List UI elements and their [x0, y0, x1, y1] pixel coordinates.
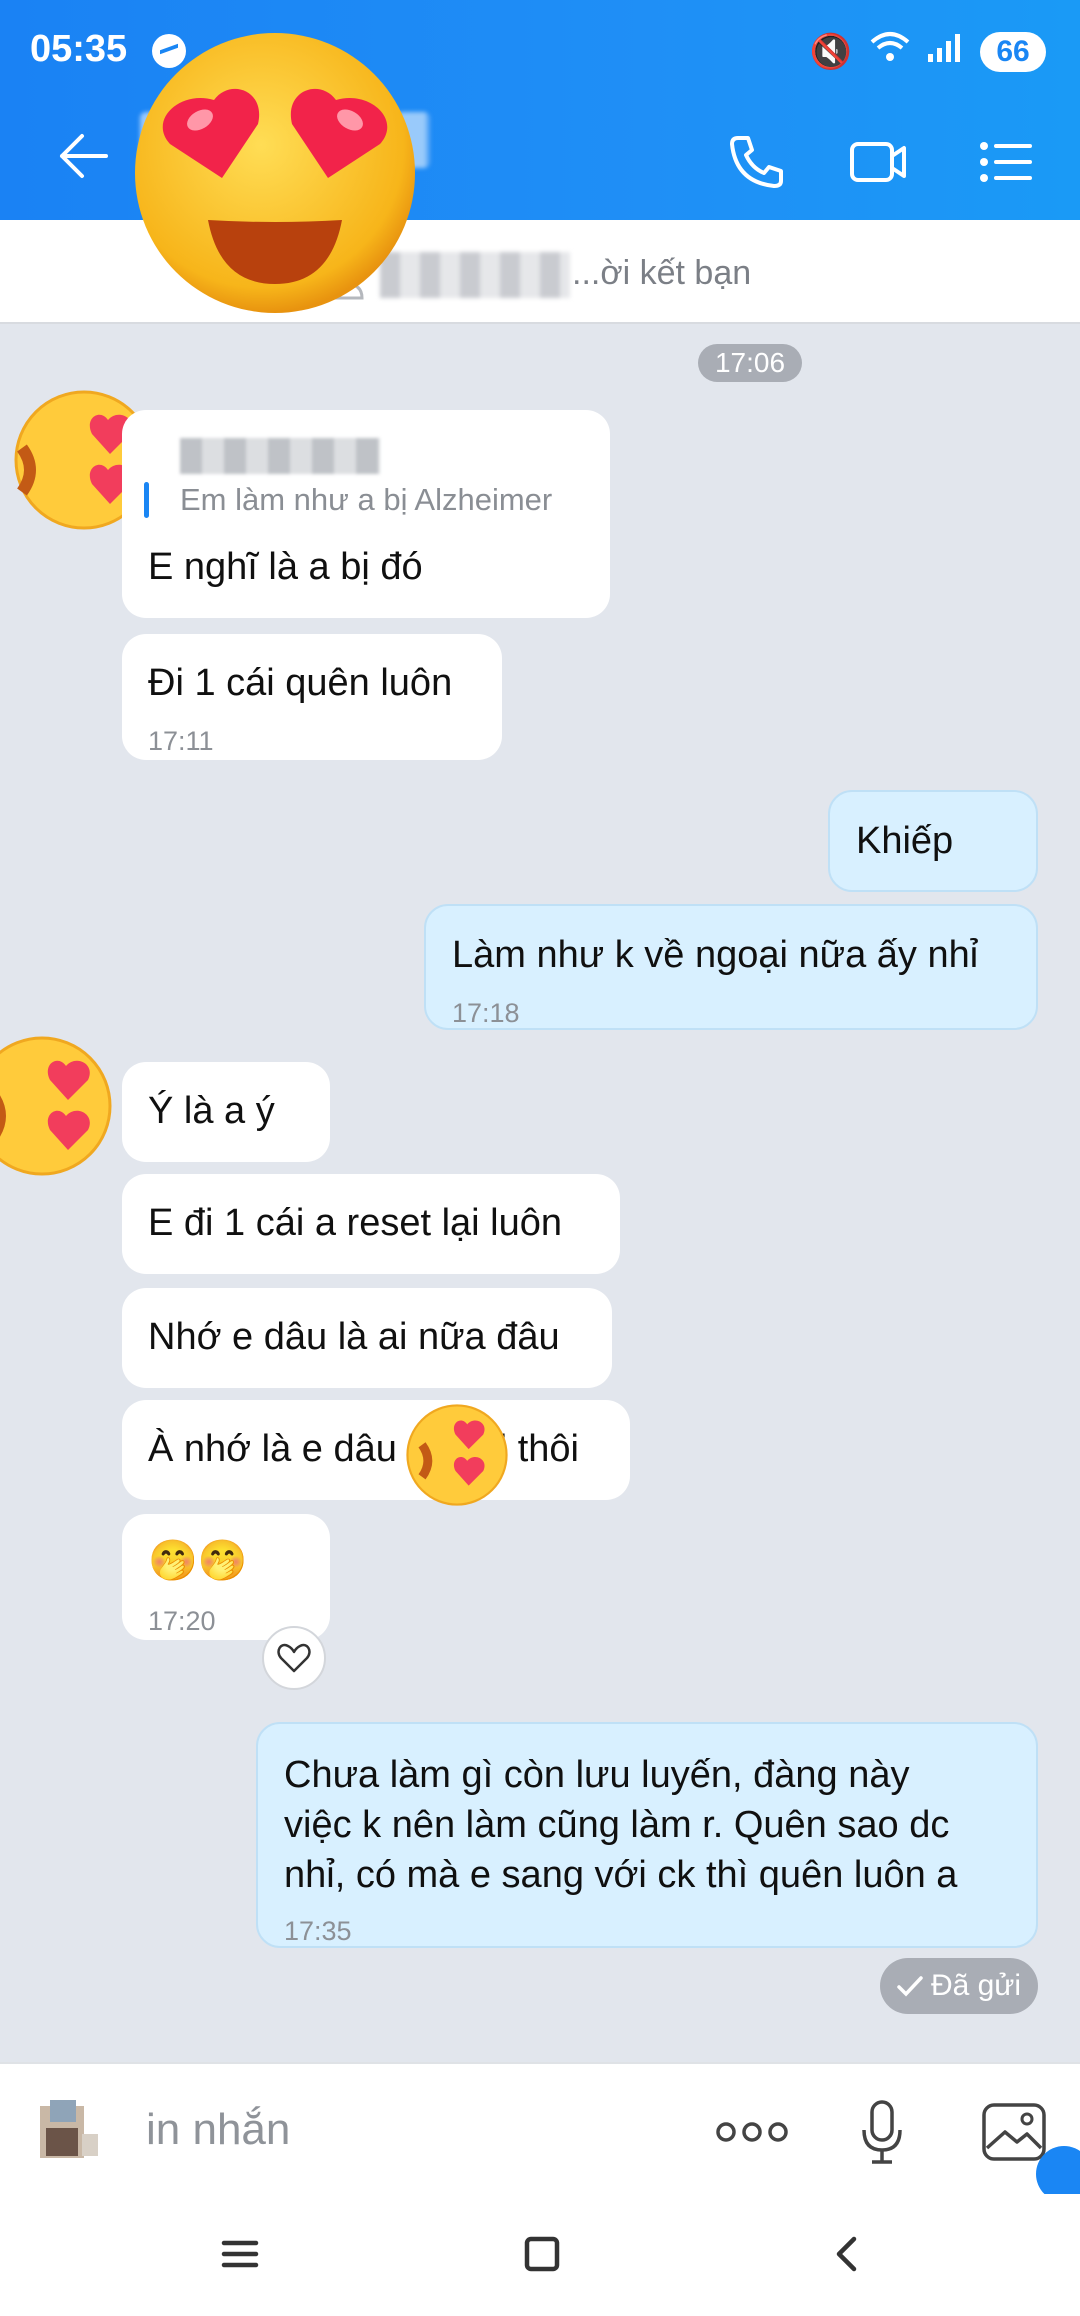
message-text: Ý là a ý [148, 1090, 275, 1132]
phone-icon [730, 136, 783, 188]
list-menu-icon [980, 142, 1032, 182]
message-bubble-with-quote[interactable]: Em làm như a bị Alzheimer E nghĩ là a bị… [122, 410, 610, 618]
outgoing-message-bubble[interactable]: Làm như k về ngoại nữa ấy nhỉ 17:18 [424, 904, 1038, 1030]
recent-apps-icon [221, 2240, 259, 2268]
quoted-text: Em làm như a bị Alzheimer [180, 482, 553, 517]
message-text-line: nhỉ, có mà e sang với ck thì quên luôn a [284, 1854, 958, 1896]
signal-icon [928, 32, 962, 71]
back-button[interactable] [56, 130, 112, 182]
message-bubble[interactable]: E đi 1 cái a reset lại luôn [122, 1174, 620, 1274]
message-text-line: Chưa làm gì còn lưu luyến, đàng này [284, 1754, 910, 1796]
voice-message-button[interactable] [840, 2090, 924, 2174]
system-back-button[interactable] [806, 2222, 886, 2286]
message-text: Đi 1 cái quên luôn [148, 662, 453, 704]
home-square-icon [524, 2236, 560, 2272]
image-icon [982, 2103, 1046, 2161]
friend-request-label[interactable]: ...ời kết bạn [572, 254, 751, 293]
react-heart-button[interactable] [262, 1626, 326, 1690]
home-button[interactable] [502, 2222, 582, 2286]
message-bubble[interactable]: Đi 1 cái quên luôn 17:11 [122, 634, 502, 760]
message-bubble[interactable]: 🤭🤭 17:20 [122, 1514, 330, 1640]
message-time: 17:35 [284, 1916, 352, 1946]
check-icon [897, 1976, 923, 1997]
message-bubble[interactable]: À nhớ là e dâu d thôi [122, 1400, 630, 1500]
sticker-icon[interactable] [32, 2094, 104, 2166]
heart-eyes-sticker-redaction [406, 1404, 508, 1506]
arrow-left-icon [60, 134, 108, 178]
video-camera-icon [850, 142, 906, 182]
sender-avatar[interactable] [0, 1036, 112, 1176]
status-time: 05:35 [30, 28, 128, 70]
recent-apps-button[interactable] [200, 2222, 280, 2286]
message-time: 17:18 [452, 998, 520, 1028]
mute-vibrate-icon: 🔇 [809, 32, 852, 71]
message-bubble[interactable]: Nhớ e dâu là ai nữa đâu [122, 1288, 612, 1388]
message-time: 17:20 [148, 1606, 216, 1636]
more-options-button[interactable] [710, 2090, 794, 2174]
message-time: 17:11 [148, 726, 214, 756]
chat-options-button[interactable] [974, 130, 1038, 194]
message-text: Nhớ e dâu là ai nữa đâu [148, 1316, 560, 1358]
message-text: E nghĩ là a bị đó [148, 546, 423, 588]
quote-indicator [144, 482, 149, 518]
quoted-sender-redacted [180, 438, 380, 474]
sent-status-text: Đã gửi [930, 1969, 1022, 2002]
message-emoji-text: 🤭🤭 [148, 1539, 248, 1583]
message-text: Khiếp [856, 820, 954, 862]
time-divider: 17:06 [698, 344, 802, 382]
sent-status-badge: Đã gửi [880, 1958, 1038, 2014]
message-text: À nhớ là e dâu [148, 1428, 397, 1470]
video-call-button[interactable] [846, 130, 910, 194]
message-input[interactable] [146, 2100, 646, 2160]
outgoing-message-bubble[interactable]: Chưa làm gì còn lưu luyến, đàng này việc… [256, 1722, 1038, 1948]
back-chevron-icon [836, 2236, 857, 2272]
message-text: Làm như k về ngoại nữa ấy nhỉ [452, 934, 979, 976]
status-icons: 🔇 66 [810, 30, 1046, 73]
message-text: E đi 1 cái a reset lại luôn [148, 1202, 563, 1244]
outgoing-message-bubble[interactable]: Khiếp [828, 790, 1038, 892]
more-dots-icon [716, 2122, 788, 2142]
message-text-line: việc k nên làm cũng làm r. Quên sao dc [284, 1804, 950, 1846]
heart-eyes-sticker-redaction [135, 33, 415, 313]
heart-outline-icon [277, 1643, 311, 1673]
call-button[interactable] [724, 130, 788, 194]
microphone-icon [862, 2100, 902, 2164]
wifi-icon [870, 30, 910, 73]
battery-indicator: 66 [980, 31, 1046, 72]
message-bubble[interactable]: Ý là a ý [122, 1062, 330, 1162]
